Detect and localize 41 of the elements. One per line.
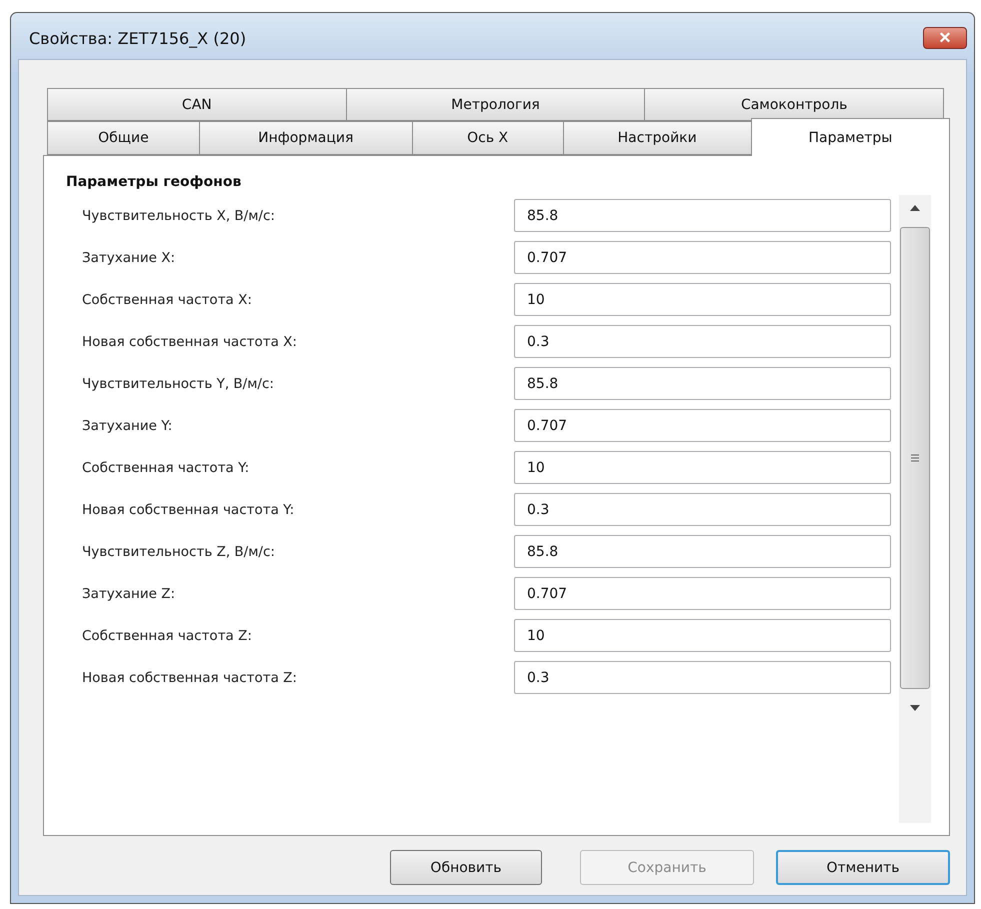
input-field[interactable]: 0.707 <box>514 409 891 442</box>
field-label: Затухание Y: <box>82 418 174 434</box>
input-field[interactable]: 85.8 <box>514 199 891 232</box>
input-field[interactable]: 0.707 <box>514 577 891 610</box>
tab[interactable]: Информация <box>198 121 412 155</box>
input-field[interactable]: 0.707 <box>514 241 891 274</box>
input-field[interactable]: 10 <box>514 619 891 652</box>
tab[interactable]: Параметры <box>750 118 950 156</box>
field-label: Затухание X: <box>82 250 176 266</box>
field-label: Новая собственная частота X: <box>82 334 298 350</box>
input-field[interactable]: 0.3 <box>514 325 891 358</box>
field-label: Собственная частота Y: <box>82 460 250 476</box>
tab[interactable]: CAN <box>47 88 346 121</box>
grip-icon <box>911 454 919 462</box>
field-label: Чувствительность Z, В/м/с: <box>82 544 276 560</box>
scroll-thumb[interactable] <box>900 227 930 689</box>
input-field[interactable]: 85.8 <box>514 367 891 400</box>
input-field[interactable]: 10 <box>514 283 891 316</box>
group-title: Параметры геофонов <box>66 174 242 190</box>
field-label: Новая собственная частота Y: <box>82 502 296 518</box>
tab[interactable]: Настройки <box>562 121 751 155</box>
tab[interactable]: Метрология <box>346 88 644 121</box>
scroll-down-icon[interactable] <box>910 705 920 711</box>
field-label: Новая собственная частота Z: <box>82 670 298 686</box>
input-field[interactable]: 0.3 <box>514 493 891 526</box>
dialog-button[interactable]: Обновить <box>390 850 542 885</box>
field-label: Затухание Z: <box>82 586 176 602</box>
dialog-button[interactable]: Отменить <box>776 850 950 885</box>
window-title: Свойства: ZET7156_X (20) <box>29 28 246 48</box>
tab[interactable]: Общие <box>47 121 199 155</box>
input-field[interactable]: 0.3 <box>514 661 891 694</box>
field-label: Чувствительность Y, В/м/с: <box>82 376 275 392</box>
scrollbar[interactable] <box>899 195 931 823</box>
field-label: Чувствительность X, В/м/с: <box>82 208 276 224</box>
input-field[interactable]: 10 <box>514 451 891 484</box>
input-field[interactable]: 85.8 <box>514 535 891 568</box>
tab[interactable]: Самоконтроль <box>644 88 944 121</box>
field-label: Собственная частота Z: <box>82 628 253 644</box>
scroll-up-icon[interactable] <box>910 205 920 211</box>
field-label: Собственная частота X: <box>82 292 253 308</box>
tab[interactable]: Ось X <box>412 121 563 155</box>
